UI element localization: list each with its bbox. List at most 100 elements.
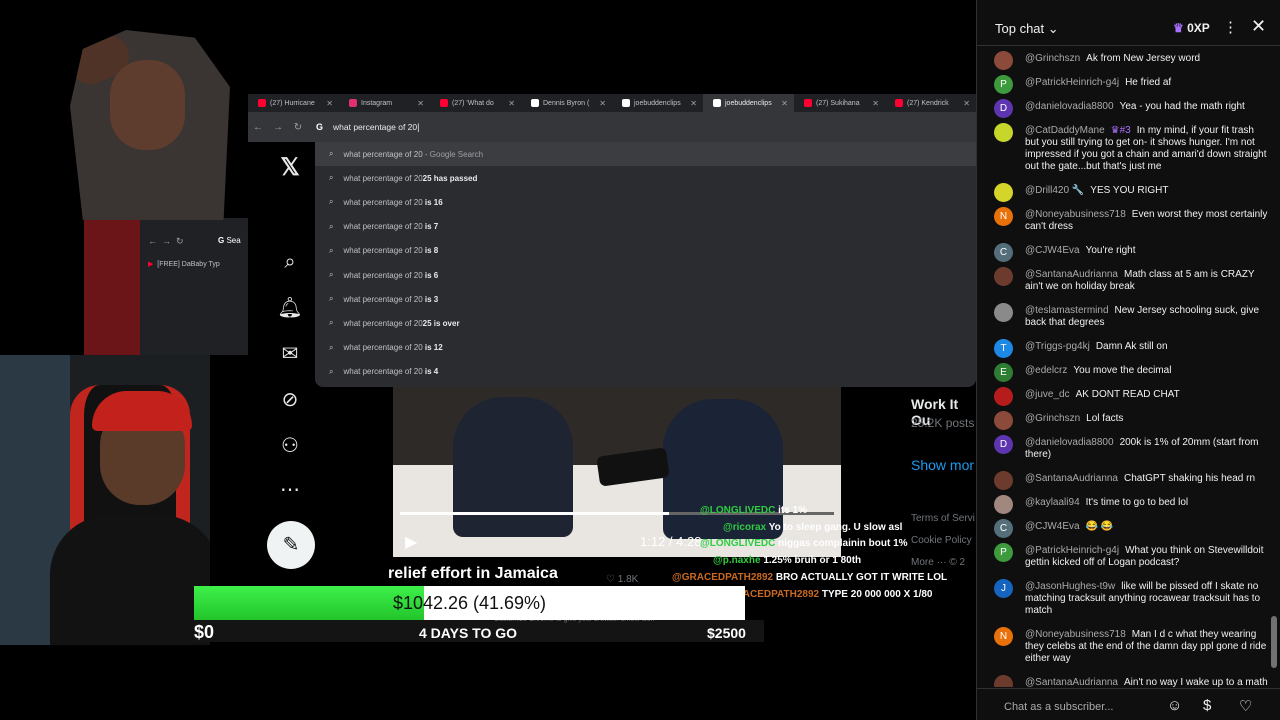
chat-author[interactable]: @Grinchszn (1025, 413, 1080, 424)
suggestion-item[interactable]: ⌕ what percentage of 20 is 6 (315, 263, 976, 287)
chat-message[interactable]: N @Noneyabusiness718 Man I d c what they w… (977, 627, 1269, 667)
chat-author[interactable]: @Grinchszn (1025, 53, 1080, 64)
chat-author[interactable]: @JasonHughes-t9w (1025, 581, 1115, 592)
avatar[interactable] (994, 267, 1013, 286)
chat-author[interactable]: @SantanaAudrianna (1025, 473, 1118, 484)
avatar[interactable] (994, 387, 1013, 406)
chat-author[interactable]: @danielovadia8800 (1025, 101, 1114, 112)
suggestion-item[interactable]: ⌕ what percentage of 20 is 7 (315, 215, 976, 239)
show-more-link[interactable]: Show mor (911, 457, 974, 473)
chat-message[interactable]: @SantanaAudrianna Math class at 5 am is C… (977, 267, 1269, 295)
chat-message[interactable]: @Grinchszn Ak from New Jersey word (977, 51, 1269, 70)
profile-icon[interactable]: ⚇ (270, 430, 310, 462)
avatar[interactable] (994, 51, 1013, 70)
chat-message[interactable]: N @Noneyabusiness718 Even worst they most … (977, 207, 1269, 235)
avatar[interactable]: T (994, 339, 1013, 358)
chat-author[interactable]: @Noneyabusiness718 (1025, 629, 1126, 640)
avatar[interactable] (994, 123, 1013, 142)
search-icon[interactable]: ⌕ (270, 246, 310, 278)
chat-message[interactable]: T @Triggs-pg4kj Damn Ak still on (977, 339, 1269, 358)
suggestion-item[interactable]: ⌕ what percentage of 20 is 3 (315, 287, 976, 311)
like-count[interactable]: ♡ 1.8K (606, 574, 638, 585)
suggestion-item[interactable]: ⌕ what percentage of 20 is 8 (315, 239, 976, 263)
chat-author[interactable]: @danielovadia8800 (1025, 437, 1114, 448)
chat-message[interactable]: @SantanaAudrianna ChatGPT shaking his hea… (977, 471, 1269, 490)
back-icon[interactable]: ← (248, 122, 268, 133)
chat-message[interactable]: @juve_dc AK DONT READ CHAT (977, 387, 1269, 406)
avatar[interactable] (994, 495, 1013, 514)
tab-close-icon[interactable]: ✕ (326, 99, 333, 108)
chat-message[interactable]: @teslamastermind New Jersey schooling suc… (977, 303, 1269, 331)
cookie-policy-link[interactable]: Cookie Policy (911, 530, 975, 552)
chat-author[interactable]: @PatrickHeinrich-g4j (1025, 77, 1119, 88)
chat-author[interactable]: @Noneyabusiness718 (1025, 209, 1126, 220)
avatar[interactable] (994, 471, 1013, 490)
chat-message[interactable]: @CatDaddyMane ♛#3 In my mind, if your fit … (977, 123, 1269, 175)
scrollbar-thumb[interactable] (1271, 616, 1277, 668)
chat-author[interactable]: @Triggs-pg4kj (1025, 341, 1090, 352)
tab-close-icon[interactable]: ✕ (417, 99, 424, 108)
chat-message[interactable]: C @CJW4Eva 😂 😂 (977, 519, 1269, 538)
more-icon[interactable]: ⋯ (270, 474, 310, 506)
play-icon[interactable]: ▶ (405, 532, 417, 552)
post-button[interactable]: ✎ (267, 521, 315, 569)
tab-close-icon[interactable]: ✕ (508, 99, 515, 108)
more-link[interactable]: More ··· © 2 (911, 552, 975, 574)
chat-scrollbar[interactable] (1270, 50, 1277, 680)
avatar[interactable]: C (994, 519, 1013, 538)
chat-message[interactable]: J @JasonHughes-t9w like will be pissed off… (977, 579, 1269, 619)
suggestion-item[interactable]: ⌕ what percentage of 20 is 16 (315, 190, 976, 214)
tab-close-icon[interactable]: ✕ (963, 99, 970, 108)
omnibox-input[interactable]: what percentage of 20 (333, 122, 417, 132)
suggestion-item[interactable]: ⌕ what percentage of 20 is 4 (315, 360, 976, 384)
browser-tab[interactable]: joebuddenclips ✕ (703, 94, 794, 112)
tab-close-icon[interactable]: ✕ (690, 99, 697, 108)
reload-icon[interactable]: ↻ (288, 122, 308, 133)
chat-input[interactable]: Chat as a subscriber... (987, 695, 1165, 719)
browser-tab[interactable]: joebuddenclips ✕ (612, 94, 703, 112)
grok-icon[interactable]: ⊘ (270, 384, 310, 416)
bg-bookmark[interactable]: ▶ [FREE] DaBaby Typ (148, 260, 220, 268)
emoji-icon[interactable]: ☺ (1167, 697, 1182, 714)
chat-author[interactable]: @teslamastermind (1025, 305, 1109, 316)
chat-message[interactable]: D @danielovadia8800 Yea - you had the math… (977, 99, 1269, 118)
close-icon[interactable]: ✕ (1251, 16, 1266, 37)
suggestion-item[interactable]: ⌕ what percentage of 20 is 12 (315, 336, 976, 360)
chat-message[interactable]: @kaylaali94 It's time to go to bed lol (977, 495, 1269, 514)
terms-link[interactable]: Terms of Servi (911, 508, 975, 530)
chat-message[interactable]: P @PatrickHeinrich-g4j What you think on S… (977, 543, 1269, 571)
messages-icon[interactable]: ✉ (270, 338, 310, 370)
heart-icon[interactable]: ♡ (1239, 697, 1252, 715)
avatar[interactable]: D (994, 435, 1013, 454)
suggestion-item[interactable]: ⌕ what percentage of 2025 has passed (315, 166, 976, 190)
top-chat-dropdown[interactable]: Top chat ⌄ (995, 21, 1059, 37)
chat-author[interactable]: @SantanaAudrianna (1025, 269, 1118, 280)
browser-tab[interactable]: Instagram ✕ (339, 94, 430, 112)
avatar[interactable]: N (994, 207, 1013, 226)
chat-author[interactable]: @CJW4Eva (1025, 521, 1080, 532)
tab-close-icon[interactable]: ✕ (599, 99, 606, 108)
avatar[interactable]: C (994, 243, 1013, 262)
chat-message[interactable]: @SantanaAudrianna Ain't no way I wake up … (977, 675, 1269, 687)
chat-author[interactable]: @juve_dc (1025, 389, 1070, 400)
avatar[interactable]: J (994, 579, 1013, 598)
chat-message[interactable]: @Grinchszn Lol facts (977, 411, 1269, 430)
browser-tab[interactable]: (27) Sukihana ✕ (794, 94, 885, 112)
avatar[interactable]: N (994, 627, 1013, 646)
forward-icon[interactable]: → (268, 122, 288, 133)
browser-tab[interactable]: (27) Kendrick ✕ (885, 94, 976, 112)
chat-author[interactable]: @SantanaAudrianna (1025, 677, 1118, 687)
suggestion-item[interactable]: ⌕ what percentage of 2025 is over (315, 311, 976, 335)
chat-message[interactable]: D @danielovadia8800 200k is 1% of 20mm (st… (977, 435, 1269, 463)
avatar[interactable]: D (994, 99, 1013, 118)
avatar[interactable] (994, 303, 1013, 322)
browser-tab[interactable]: (27) 'What do ✕ (430, 94, 521, 112)
x-logo-icon[interactable]: 𝕏 (270, 152, 310, 184)
chat-message[interactable]: E @edelcrz You move the decimal (977, 363, 1269, 382)
avatar[interactable] (994, 675, 1013, 687)
chat-message[interactable]: @Drill420 🔧 YES YOU RIGHT (977, 183, 1269, 202)
avatar[interactable] (994, 183, 1013, 202)
browser-tab[interactable]: Dennis Byron (✕ (521, 94, 612, 112)
more-options-icon[interactable]: ⋮ (1223, 18, 1238, 36)
address-bar[interactable]: ← → ↻ G what percentage of 20 | (248, 112, 976, 142)
